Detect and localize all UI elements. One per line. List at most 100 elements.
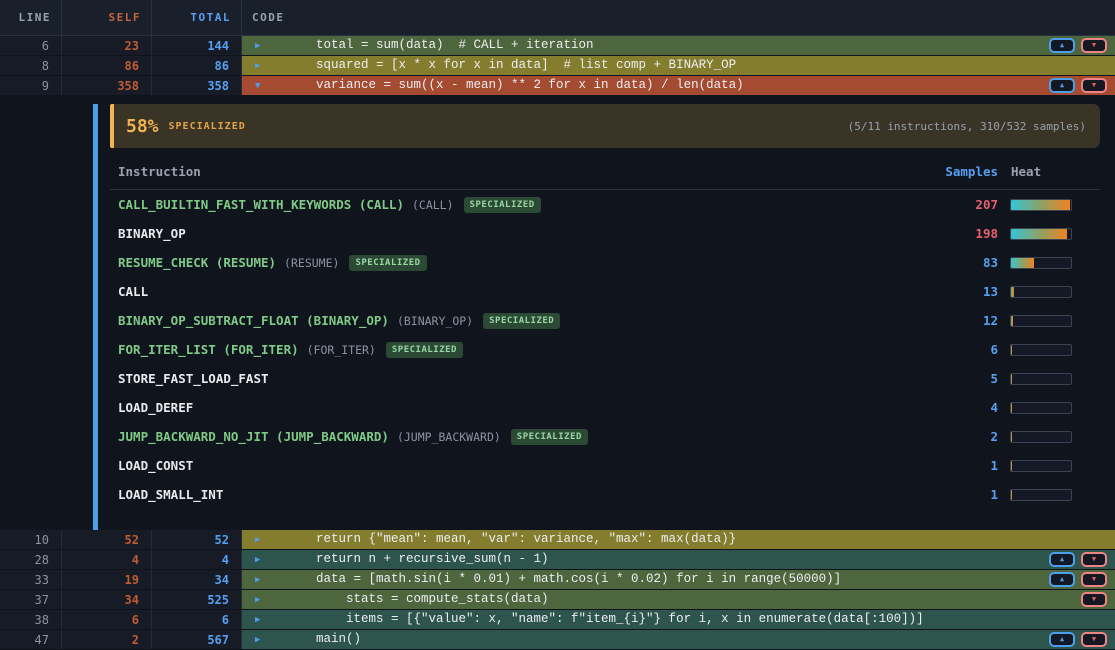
code-line-row[interactable]: 10 52 52 ▶ return {"mean": mean, "var": … — [0, 530, 1115, 550]
instruction-samples: 198 — [910, 226, 1010, 241]
heat-bar — [1010, 199, 1072, 211]
instruction-name: JUMP_BACKWARD_NO_JIT (JUMP_BACKWARD) — [118, 429, 389, 444]
col-header-line: LINE — [0, 0, 62, 35]
specialization-stats: (5/11 instructions, 310/532 samples) — [848, 120, 1086, 133]
instruction-samples: 2 — [910, 429, 1010, 444]
heat-cell — [1010, 199, 1100, 211]
self-samples: 19 — [62, 570, 152, 589]
code-cell[interactable]: ▶ items = [{"value": x, "name": f"item_{… — [242, 610, 1115, 629]
specialized-badge: SPECIALIZED — [511, 429, 588, 445]
instruction-cell: LOAD_DEREF — [110, 400, 910, 415]
profiler-window: LINE SELF TOTAL CODE 6 23 144 ▶ total = … — [0, 0, 1115, 645]
expander-icon[interactable]: ▶ — [242, 575, 286, 585]
jump-down-button[interactable]: ▼ — [1081, 552, 1107, 567]
line-number: 8 — [0, 56, 62, 75]
instruction-samples: 5 — [910, 371, 1010, 386]
heat-bar — [1010, 257, 1072, 269]
expansion-connector-line — [93, 104, 98, 530]
code-cell[interactable]: ▶ stats = compute_stats(data) ▼ — [242, 590, 1115, 609]
instruction-base-opcode: (JUMP_BACKWARD) — [397, 430, 501, 444]
total-samples: 34 — [152, 570, 242, 589]
expander-icon[interactable]: ▶ — [242, 635, 286, 645]
jump-up-button[interactable]: ▲ — [1049, 38, 1075, 53]
code-line-row[interactable]: 9 358 358 ▼ variance = sum((x - mean) **… — [0, 76, 1115, 96]
specialized-label: SPECIALIZED — [169, 121, 246, 132]
total-samples: 52 — [152, 530, 242, 549]
instruction-samples: 13 — [910, 284, 1010, 299]
code-line-row[interactable]: 33 19 34 ▶ data = [math.sin(i * 0.01) + … — [0, 570, 1115, 590]
instruction-samples: 83 — [910, 255, 1010, 270]
specialized-badge: SPECIALIZED — [349, 255, 426, 271]
code-line-row[interactable]: 47 2 567 ▶ main() ▲ ▼ — [0, 630, 1115, 650]
code-cell[interactable]: ▶ return n + recursive_sum(n - 1) ▲ ▼ — [242, 550, 1115, 569]
jump-buttons: ▲ ▼ — [1049, 552, 1115, 567]
heat-bar — [1010, 489, 1072, 501]
expander-icon[interactable]: ▶ — [242, 535, 286, 545]
code-cell[interactable]: ▶ return {"mean": mean, "var": variance,… — [242, 530, 1115, 549]
code-cell[interactable]: ▶ total = sum(data) # CALL + iteration ▲… — [242, 36, 1115, 55]
expander-icon[interactable]: ▶ — [242, 555, 286, 565]
expander-icon[interactable]: ▶ — [242, 595, 286, 605]
expanded-detail-region: 58% SPECIALIZED (5/11 instructions, 310/… — [0, 104, 1115, 530]
code-cell[interactable]: ▶ squared = [x * x for x in data] # list… — [242, 56, 1115, 75]
specialized-percent: 58% — [126, 116, 159, 137]
jump-down-button[interactable]: ▼ — [1081, 572, 1107, 587]
expander-icon[interactable]: ▶ — [242, 41, 286, 51]
instruction-name: LOAD_SMALL_INT — [118, 487, 223, 502]
code-text: data = [math.sin(i * 0.01) + math.cos(i … — [286, 573, 841, 586]
heat-cell — [1010, 460, 1100, 472]
instruction-samples: 1 — [910, 487, 1010, 502]
code-line-row[interactable]: 8 86 86 ▶ squared = [x * x for x in data… — [0, 56, 1115, 76]
code-cell[interactable]: ▶ data = [math.sin(i * 0.01) + math.cos(… — [242, 570, 1115, 589]
specialized-badge: SPECIALIZED — [464, 197, 541, 213]
specialized-badge: SPECIALIZED — [483, 313, 560, 329]
code-line-row[interactable]: 28 4 4 ▶ return n + recursive_sum(n - 1)… — [0, 550, 1115, 570]
instruction-cell: BINARY_OP_SUBTRACT_FLOAT (BINARY_OP) (BI… — [110, 313, 910, 329]
line-number: 38 — [0, 610, 62, 629]
jump-down-button[interactable]: ▼ — [1081, 78, 1107, 93]
heat-bar-fill — [1010, 199, 1070, 211]
expander-icon[interactable]: ▼ — [242, 81, 286, 91]
jump-buttons: ▲ ▼ — [1049, 38, 1115, 53]
instruction-cell: JUMP_BACKWARD_NO_JIT (JUMP_BACKWARD) (JU… — [110, 429, 910, 445]
code-text: total = sum(data) # CALL + iteration — [286, 39, 594, 52]
instruction-samples: 1 — [910, 458, 1010, 473]
instruction-name: STORE_FAST_LOAD_FAST — [118, 371, 269, 386]
code-line-row[interactable]: 38 6 6 ▶ items = [{"value": x, "name": f… — [0, 610, 1115, 630]
instruction-row: CALL 13 — [110, 277, 1100, 306]
code-rows-top: 6 23 144 ▶ total = sum(data) # CALL + it… — [0, 36, 1115, 96]
code-line-row[interactable]: 6 23 144 ▶ total = sum(data) # CALL + it… — [0, 36, 1115, 56]
instruction-row: JUMP_BACKWARD_NO_JIT (JUMP_BACKWARD) (JU… — [110, 422, 1100, 451]
jump-down-button[interactable]: ▼ — [1081, 592, 1107, 607]
jump-up-button[interactable]: ▲ — [1049, 552, 1075, 567]
code-cell[interactable]: ▶ main() ▲ ▼ — [242, 630, 1115, 649]
jump-down-button[interactable]: ▼ — [1081, 38, 1107, 53]
instruction-name: LOAD_DEREF — [118, 400, 193, 415]
self-samples: 4 — [62, 550, 152, 569]
code-line-row[interactable]: 37 34 525 ▶ stats = compute_stats(data) … — [0, 590, 1115, 610]
expander-icon[interactable]: ▶ — [242, 615, 286, 625]
instruction-row: BINARY_OP_SUBTRACT_FLOAT (BINARY_OP) (BI… — [110, 306, 1100, 335]
heat-cell — [1010, 431, 1100, 443]
col-header-instruction: Instruction — [110, 164, 910, 179]
heat-bar-fill — [1010, 344, 1012, 356]
expander-icon[interactable]: ▶ — [242, 61, 286, 71]
total-samples: 525 — [152, 590, 242, 609]
instruction-samples: 207 — [910, 197, 1010, 212]
specialization-summary: 58% SPECIALIZED (5/11 instructions, 310/… — [110, 104, 1100, 148]
code-cell[interactable]: ▼ variance = sum((x - mean) ** 2 for x i… — [242, 76, 1115, 95]
total-samples: 86 — [152, 56, 242, 75]
jump-up-button[interactable]: ▲ — [1049, 78, 1075, 93]
instruction-cell: CALL_BUILTIN_FAST_WITH_KEYWORDS (CALL) (… — [110, 197, 910, 213]
line-number: 10 — [0, 530, 62, 549]
heat-bar-fill — [1010, 315, 1013, 327]
heat-bar — [1010, 373, 1072, 385]
heat-bar-fill — [1010, 460, 1012, 472]
jump-up-button[interactable]: ▲ — [1049, 572, 1075, 587]
heat-bar — [1010, 315, 1072, 327]
heat-cell — [1010, 402, 1100, 414]
instruction-row: LOAD_SMALL_INT 1 — [110, 480, 1100, 509]
instruction-table-header: Instruction Samples Heat — [110, 154, 1100, 190]
line-number: 6 — [0, 36, 62, 55]
instruction-cell: LOAD_SMALL_INT — [110, 487, 910, 502]
